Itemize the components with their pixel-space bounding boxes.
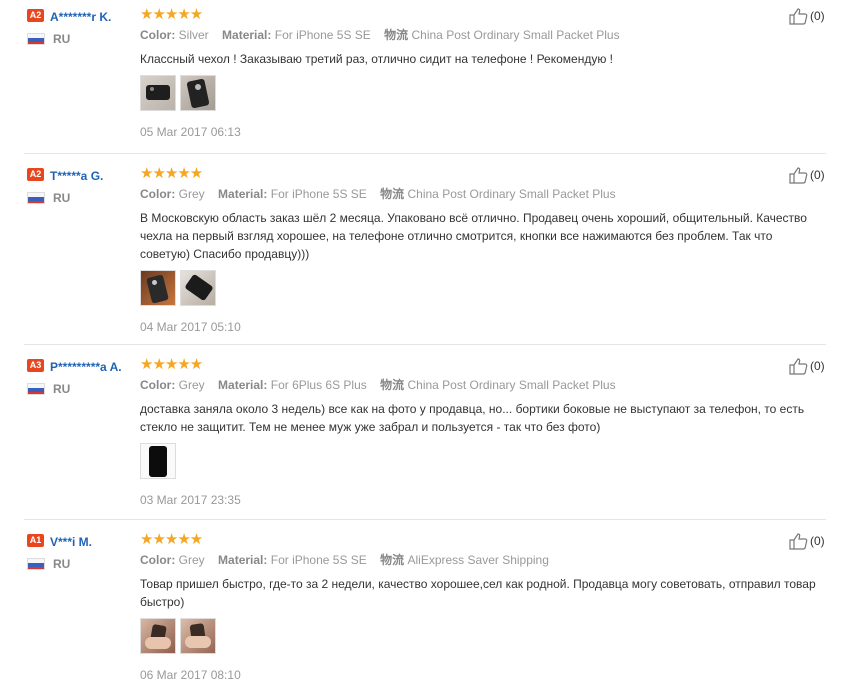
shipping-label: 物流 <box>384 28 409 42</box>
material-value: For iPhone 5S SE <box>274 28 371 42</box>
color-value: Grey <box>178 378 205 392</box>
review-text: В Московскую область заказ шёл 2 месяца.… <box>140 211 807 261</box>
buyer-info: A2 T*****a G. RU <box>27 167 132 205</box>
buyer-level-badge: A3 <box>27 359 44 372</box>
order-attributes: Color: Silver Material: For iPhone 5S SE… <box>140 28 820 43</box>
material-label: Material: <box>222 28 272 42</box>
material-value: For 6Plus 6S Plus <box>270 378 367 392</box>
review-photos <box>140 270 820 306</box>
shipping-value: AliExpress Saver Shipping <box>407 553 549 567</box>
star-rating: ★★★★★ <box>140 531 203 548</box>
review-photos <box>140 618 820 654</box>
buyer-country: RU <box>27 32 132 46</box>
buyer-info: A3 P*********a A. RU <box>27 358 132 396</box>
shipping-label: 物流 <box>380 187 405 201</box>
color-label: Color: <box>140 28 176 42</box>
shipping-label: 物流 <box>380 553 405 567</box>
review-photo-thumb[interactable] <box>140 618 176 654</box>
thumbs-up-icon <box>789 167 808 184</box>
buyer-info: A1 V***i M. RU <box>27 533 132 571</box>
buyer-level-badge: A2 <box>27 9 44 22</box>
review-photo-thumb[interactable] <box>140 443 176 479</box>
helpful-count: (0) <box>810 168 825 182</box>
review-divider <box>24 344 826 345</box>
buyer-level-badge: A1 <box>27 534 44 547</box>
review-text: доставка заняла около 3 недель) все как … <box>140 402 805 434</box>
review-text: Классный чехол ! Заказываю третий раз, о… <box>140 52 614 66</box>
shipping-value: China Post Ordinary Small Packet Plus <box>407 378 616 392</box>
star-rating: ★★★★★ <box>140 356 203 373</box>
order-attributes: Color: Grey Material: For iPhone 5S SE 物… <box>140 187 820 202</box>
thumbs-up-icon <box>789 8 808 25</box>
helpful-button[interactable]: (0) <box>789 8 825 25</box>
material-label: Material: <box>218 553 268 567</box>
buyer-country: RU <box>27 191 132 205</box>
material-value: For iPhone 5S SE <box>270 553 367 567</box>
shipping-value: China Post Ordinary Small Packet Plus <box>407 187 616 201</box>
star-rating: ★★★★★ <box>140 165 203 182</box>
color-value: Silver <box>178 28 209 42</box>
material-label: Material: <box>218 187 268 201</box>
country-code: RU <box>53 191 71 205</box>
color-value: Grey <box>178 553 205 567</box>
buyer-country: RU <box>27 557 132 571</box>
shipping-value: China Post Ordinary Small Packet Plus <box>411 28 620 42</box>
review-photos <box>140 443 820 479</box>
star-rating: ★★★★★ <box>140 6 203 23</box>
review-divider <box>24 153 826 154</box>
review-date: 04 Mar 2017 05:10 <box>140 320 241 334</box>
russia-flag-icon <box>27 192 45 204</box>
shipping-label: 物流 <box>380 378 405 392</box>
country-code: RU <box>53 382 71 396</box>
country-code: RU <box>53 557 71 571</box>
helpful-button[interactable]: (0) <box>789 167 825 184</box>
review-text: Товар пришел быстро, где-то за 2 недели,… <box>140 577 816 609</box>
review-date: 06 Mar 2017 08:10 <box>140 668 241 682</box>
review-photo-thumb[interactable] <box>180 618 216 654</box>
helpful-count: (0) <box>810 359 825 373</box>
material-value: For iPhone 5S SE <box>270 187 367 201</box>
review-content: ★★★★★ Color: Grey Material: For iPhone 5… <box>140 165 820 334</box>
buyer-level-badge: A2 <box>27 168 44 181</box>
review-photo-thumb[interactable] <box>180 270 216 306</box>
color-label: Color: <box>140 187 176 201</box>
review-photo-thumb[interactable] <box>140 75 176 111</box>
review-photo-thumb[interactable] <box>180 75 216 111</box>
review-date: 03 Mar 2017 23:35 <box>140 493 241 507</box>
helpful-button[interactable]: (0) <box>789 358 825 375</box>
helpful-count: (0) <box>810 534 825 548</box>
helpful-button[interactable]: (0) <box>789 533 825 550</box>
review-photo-thumb[interactable] <box>140 270 176 306</box>
buyer-name-link[interactable]: V***i M. <box>50 535 92 549</box>
buyer-name-link[interactable]: A*******r K. <box>50 10 111 24</box>
review-photos <box>140 75 820 111</box>
buyer-info: A2 A*******r K. RU <box>27 8 132 46</box>
helpful-count: (0) <box>810 9 825 23</box>
review-date: 05 Mar 2017 06:13 <box>140 125 241 139</box>
buyer-country: RU <box>27 382 132 396</box>
review-content: ★★★★★ Color: Grey Material: For iPhone 5… <box>140 531 820 682</box>
review-content: ★★★★★ Color: Grey Material: For 6Plus 6S… <box>140 356 820 507</box>
color-label: Color: <box>140 553 176 567</box>
buyer-name-link[interactable]: P*********a A. <box>50 360 122 374</box>
order-attributes: Color: Grey Material: For 6Plus 6S Plus … <box>140 378 820 393</box>
thumbs-up-icon <box>789 533 808 550</box>
order-attributes: Color: Grey Material: For iPhone 5S SE 物… <box>140 553 820 568</box>
review-content: ★★★★★ Color: Silver Material: For iPhone… <box>140 6 820 139</box>
color-label: Color: <box>140 378 176 392</box>
review-divider <box>24 519 826 520</box>
russia-flag-icon <box>27 33 45 45</box>
color-value: Grey <box>178 187 205 201</box>
russia-flag-icon <box>27 383 45 395</box>
material-label: Material: <box>218 378 268 392</box>
buyer-name-link[interactable]: T*****a G. <box>50 169 103 183</box>
thumbs-up-icon <box>789 358 808 375</box>
country-code: RU <box>53 32 71 46</box>
russia-flag-icon <box>27 558 45 570</box>
